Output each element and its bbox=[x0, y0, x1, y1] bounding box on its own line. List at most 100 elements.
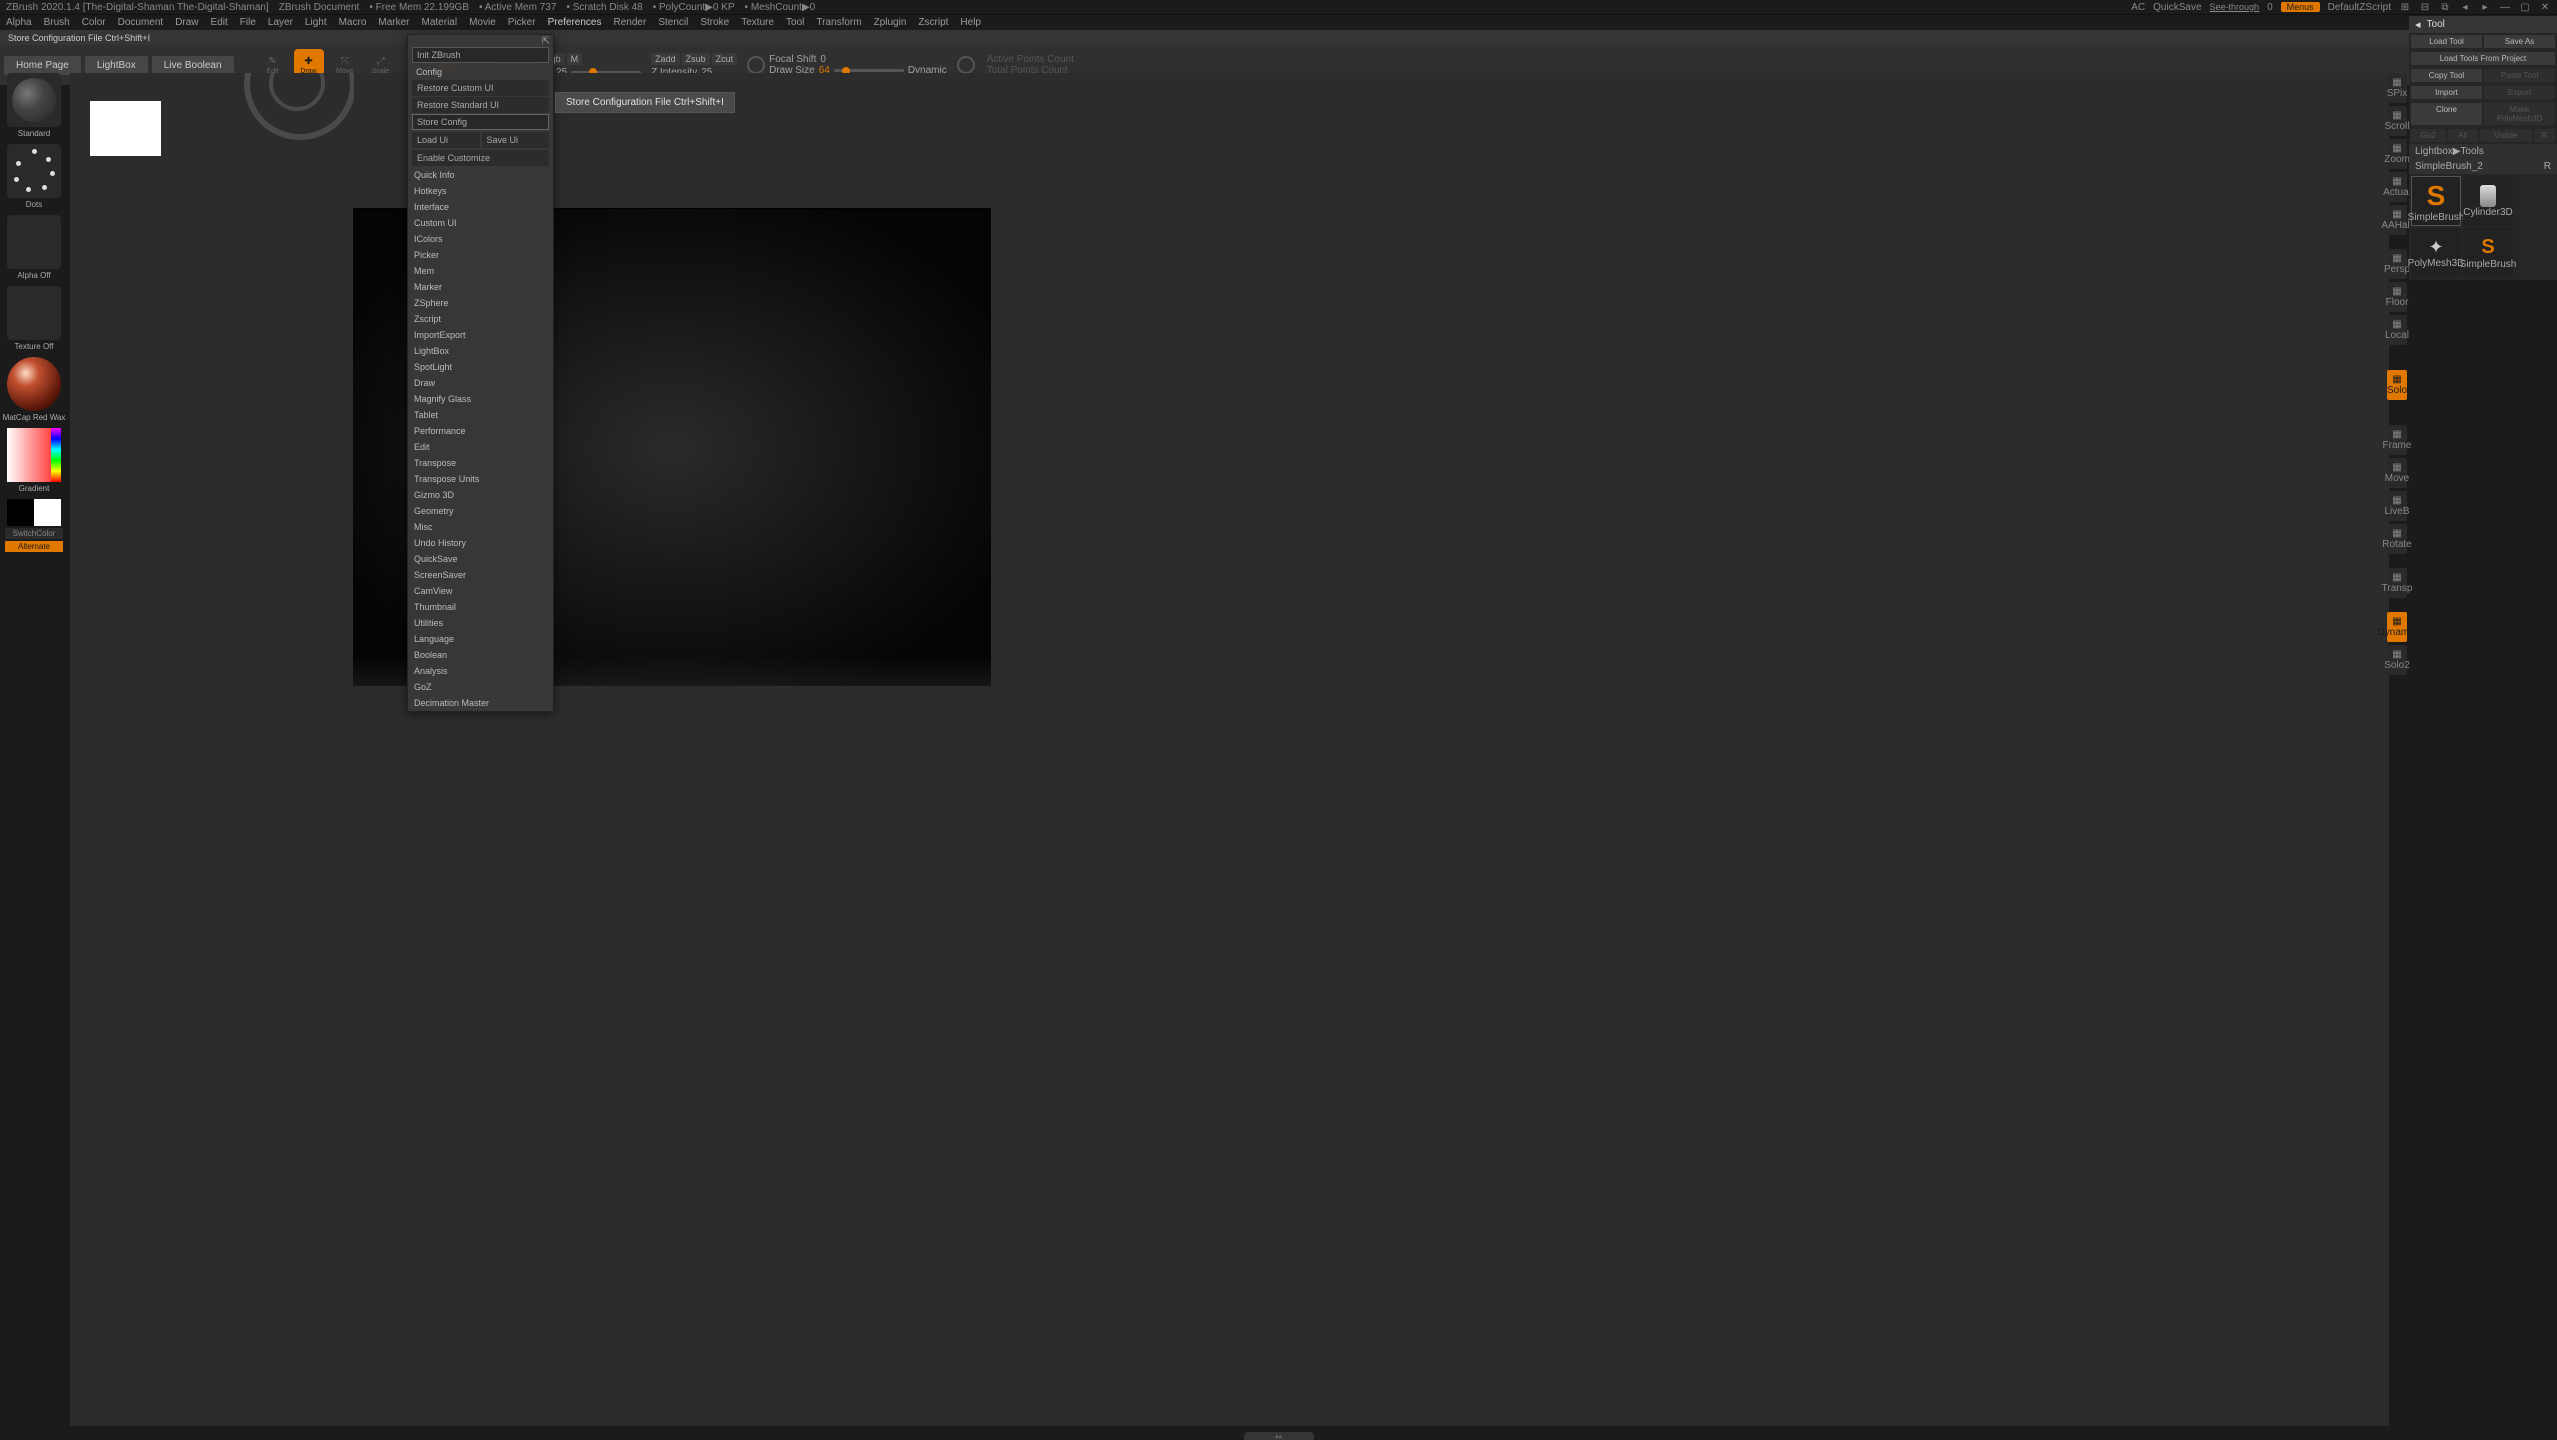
store-config-button[interactable]: Store Config bbox=[412, 114, 549, 130]
rstrip-floor[interactable]: ▦Floor bbox=[2387, 282, 2407, 312]
zsub-button[interactable]: Zsub bbox=[682, 53, 710, 65]
pref-decimation-master[interactable]: Decimation Master bbox=[408, 695, 553, 711]
document-thumb[interactable] bbox=[90, 101, 161, 156]
pref-analysis[interactable]: Analysis bbox=[408, 663, 553, 679]
menu-layer[interactable]: Layer bbox=[268, 17, 293, 28]
menu-texture[interactable]: Texture bbox=[741, 17, 774, 28]
seethrough-button[interactable]: See-through bbox=[2210, 2, 2260, 12]
menu-file[interactable]: File bbox=[240, 17, 256, 28]
save-ui-button[interactable]: Save Ui bbox=[482, 132, 550, 148]
tab-right-icon[interactable]: ▸ bbox=[2479, 1, 2491, 13]
rstrip-aahalf[interactable]: ▦AAHalf bbox=[2387, 205, 2407, 235]
menu-help[interactable]: Help bbox=[960, 17, 981, 28]
menu-document[interactable]: Document bbox=[118, 17, 164, 28]
menu-material[interactable]: Material bbox=[422, 17, 458, 28]
copy-tool-button[interactable]: Copy Tool bbox=[2411, 69, 2482, 82]
color-picker[interactable] bbox=[7, 428, 61, 482]
rstrip-dynamic[interactable]: ▦Dynamic bbox=[2387, 612, 2407, 642]
color-swatch[interactable] bbox=[7, 499, 61, 526]
pref-camview[interactable]: CamView bbox=[408, 583, 553, 599]
pref-thumbnail[interactable]: Thumbnail bbox=[408, 599, 553, 615]
pref-quick-info[interactable]: Quick Info bbox=[408, 167, 553, 183]
menu-zscript[interactable]: Zscript bbox=[918, 17, 948, 28]
menu-draw[interactable]: Draw bbox=[175, 17, 198, 28]
menu-brush[interactable]: Brush bbox=[44, 17, 70, 28]
rstrip-rotate[interactable]: ▦Rotate bbox=[2387, 524, 2407, 554]
rstrip-persp[interactable]: ▦Persp bbox=[2387, 249, 2407, 279]
pref-performance[interactable]: Performance bbox=[408, 423, 553, 439]
close-icon[interactable]: ✕ bbox=[2539, 1, 2551, 13]
goz-visible-button[interactable]: Visible bbox=[2480, 129, 2532, 142]
menu-color[interactable]: Color bbox=[82, 17, 106, 28]
pref-gizmo-3d[interactable]: Gizmo 3D bbox=[408, 487, 553, 503]
pref-icolors[interactable]: IColors bbox=[408, 231, 553, 247]
brush-tile[interactable] bbox=[7, 73, 61, 127]
pref-detach-icon[interactable]: ⇱ bbox=[542, 36, 550, 44]
enable-customize-button[interactable]: Enable Customize bbox=[412, 150, 549, 166]
menus-button[interactable]: Menus bbox=[2281, 2, 2320, 12]
quicksave-button[interactable]: QuickSave bbox=[2153, 2, 2201, 13]
pref-transpose-units[interactable]: Transpose Units bbox=[408, 471, 553, 487]
goz-button[interactable]: GoZ bbox=[2411, 129, 2446, 142]
menu-marker[interactable]: Marker bbox=[378, 17, 409, 28]
stroke-tile[interactable] bbox=[7, 144, 61, 198]
rstrip-transp[interactable]: ▦Transp bbox=[2387, 568, 2407, 598]
rstrip-zoom[interactable]: ▦Zoom bbox=[2387, 139, 2407, 169]
make-polymesh-button[interactable]: Make PolyMesh3D bbox=[2484, 103, 2555, 125]
config-section[interactable]: Config bbox=[412, 65, 549, 79]
save-as-button[interactable]: Save As bbox=[2484, 35, 2555, 48]
pref-mem[interactable]: Mem bbox=[408, 263, 553, 279]
goz-r-button[interactable]: R bbox=[2534, 129, 2555, 142]
rstrip-actual[interactable]: ▦Actual bbox=[2387, 172, 2407, 202]
pref-undo-history[interactable]: Undo History bbox=[408, 535, 553, 551]
menu-stencil[interactable]: Stencil bbox=[658, 17, 688, 28]
layout2-icon[interactable]: ⊟ bbox=[2419, 1, 2431, 13]
menu-alpha[interactable]: Alpha bbox=[6, 17, 32, 28]
menu-render[interactable]: Render bbox=[614, 17, 647, 28]
alternate-button[interactable]: Alternate bbox=[5, 541, 63, 552]
menu-movie[interactable]: Movie bbox=[469, 17, 496, 28]
goz-all-button[interactable]: All bbox=[2448, 129, 2478, 142]
menu-stroke[interactable]: Stroke bbox=[700, 17, 729, 28]
pref-language[interactable]: Language bbox=[408, 631, 553, 647]
init-zbrush-button[interactable]: Init ZBrush bbox=[412, 47, 549, 63]
load-ui-button[interactable]: Load Ui bbox=[412, 132, 480, 148]
tab-liveboolean[interactable]: Live Boolean bbox=[152, 56, 234, 75]
rstrip-solo[interactable]: ▦Solo bbox=[2387, 370, 2407, 400]
m-button[interactable]: M bbox=[567, 53, 583, 65]
menu-zplugin[interactable]: Zplugin bbox=[874, 17, 907, 28]
rstrip-frame[interactable]: ▦Frame bbox=[2387, 425, 2407, 455]
rstrip-local[interactable]: ▦Local bbox=[2387, 315, 2407, 345]
defaultzscript-button[interactable]: DefaultZScript bbox=[2328, 2, 2391, 13]
clone-button[interactable]: Clone bbox=[2411, 103, 2482, 125]
pref-quicksave[interactable]: QuickSave bbox=[408, 551, 553, 567]
pref-custom-ui[interactable]: Custom UI bbox=[408, 215, 553, 231]
tool-thumb-simplebrush2[interactable]: SSimpleBrush bbox=[2463, 228, 2513, 278]
pref-edit[interactable]: Edit bbox=[408, 439, 553, 455]
rstrip-spix[interactable]: ▦SPix bbox=[2387, 73, 2407, 103]
rstrip-scroll[interactable]: ▦Scroll bbox=[2387, 106, 2407, 136]
focal-knob[interactable] bbox=[747, 56, 765, 74]
texture-tile[interactable] bbox=[7, 286, 61, 340]
pref-spotlight[interactable]: SpotLight bbox=[408, 359, 553, 375]
pref-transpose[interactable]: Transpose bbox=[408, 455, 553, 471]
tab-lightbox[interactable]: LightBox bbox=[85, 56, 148, 75]
pref-goz[interactable]: GoZ bbox=[408, 679, 553, 695]
menu-preferences[interactable]: Preferences bbox=[548, 17, 602, 28]
pref-misc[interactable]: Misc bbox=[408, 519, 553, 535]
lightbox-tools-button[interactable]: Lightbox▶Tools bbox=[2415, 146, 2484, 157]
paste-tool-button[interactable]: Paste Tool bbox=[2484, 69, 2555, 82]
pref-lightbox[interactable]: LightBox bbox=[408, 343, 553, 359]
gradient-label[interactable]: Gradient bbox=[19, 484, 50, 493]
tool-thumb-cylinder[interactable]: Cylinder3D bbox=[2463, 176, 2513, 226]
pref-marker[interactable]: Marker bbox=[408, 279, 553, 295]
restore-custom-ui-button[interactable]: Restore Custom UI bbox=[412, 80, 549, 96]
menu-picker[interactable]: Picker bbox=[508, 17, 536, 28]
export-button[interactable]: Export bbox=[2484, 86, 2555, 99]
pref-picker[interactable]: Picker bbox=[408, 247, 553, 263]
pref-tablet[interactable]: Tablet bbox=[408, 407, 553, 423]
pref-draw[interactable]: Draw bbox=[408, 375, 553, 391]
layout-icon[interactable]: ⊞ bbox=[2399, 1, 2411, 13]
pref-zscript[interactable]: Zscript bbox=[408, 311, 553, 327]
pref-zsphere[interactable]: ZSphere bbox=[408, 295, 553, 311]
